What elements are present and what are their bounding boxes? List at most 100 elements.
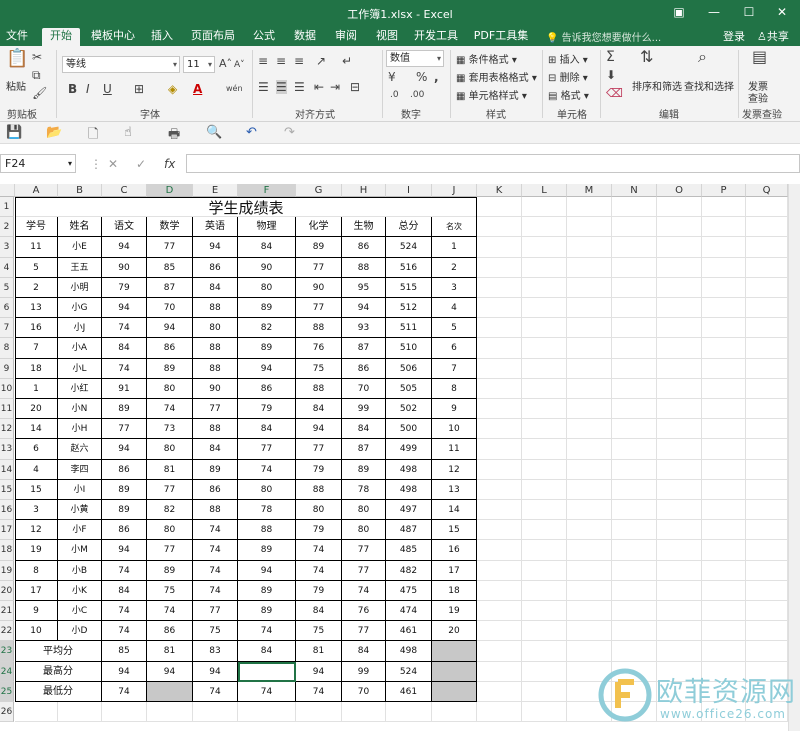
empty-cell[interactable] xyxy=(746,338,788,359)
data-cell[interactable]: 524 xyxy=(386,237,432,258)
empty-cell[interactable] xyxy=(612,460,657,480)
data-cell[interactable]: 77 xyxy=(342,621,386,641)
data-cell[interactable]: 89 xyxy=(296,237,342,258)
data-cell[interactable]: 89 xyxy=(238,298,296,318)
data-cell[interactable]: 89 xyxy=(238,540,296,561)
tab-templates[interactable]: 模板中心 xyxy=(90,28,136,46)
empty-cell[interactable] xyxy=(702,500,746,520)
data-cell[interactable]: 95 xyxy=(342,278,386,298)
data-cell[interactable]: 512 xyxy=(386,298,432,318)
data-cell[interactable]: 86 xyxy=(342,237,386,258)
empty-cell[interactable] xyxy=(522,702,567,722)
data-cell[interactable]: 77 xyxy=(238,439,296,460)
empty-cell[interactable] xyxy=(746,217,788,237)
data-cell[interactable]: 77 xyxy=(342,540,386,561)
empty-cell[interactable] xyxy=(522,217,567,237)
data-cell[interactable]: 516 xyxy=(386,258,432,278)
data-cell[interactable]: 87 xyxy=(147,278,193,298)
data-cell[interactable]: 78 xyxy=(238,500,296,520)
column-header[interactable]: B xyxy=(58,184,102,197)
print-preview-icon[interactable]: 🔍 xyxy=(206,125,222,140)
row-header[interactable]: 25 xyxy=(0,682,14,702)
summary-cell[interactable] xyxy=(147,682,193,702)
data-cell[interactable]: 77 xyxy=(296,439,342,460)
empty-cell[interactable] xyxy=(657,621,702,641)
empty-cell[interactable] xyxy=(477,581,522,601)
summary-cell[interactable]: 94 xyxy=(296,662,342,682)
data-cell[interactable]: 75 xyxy=(193,621,238,641)
empty-cell[interactable] xyxy=(657,419,702,439)
column-header[interactable]: F xyxy=(238,184,296,197)
data-cell[interactable]: 13 xyxy=(15,298,58,318)
row-header[interactable]: 6 xyxy=(0,298,14,318)
data-cell[interactable]: 小B xyxy=(58,561,102,581)
conditional-format-button[interactable]: ▦ 条件格式 ▾ xyxy=(456,51,517,66)
empty-cell[interactable] xyxy=(522,237,567,258)
empty-cell[interactable] xyxy=(657,197,702,217)
data-cell[interactable]: 87 xyxy=(342,338,386,359)
empty-cell[interactable] xyxy=(657,217,702,237)
decrease-indent-icon[interactable]: ⇤ xyxy=(314,80,324,94)
row-header[interactable]: 21 xyxy=(0,601,14,621)
empty-cell[interactable] xyxy=(612,399,657,419)
data-cell[interactable]: 79 xyxy=(296,460,342,480)
data-cell[interactable]: 86 xyxy=(102,460,147,480)
empty-cell[interactable] xyxy=(657,359,702,379)
summary-cell[interactable]: 74 xyxy=(102,682,147,702)
data-cell[interactable]: 86 xyxy=(238,379,296,399)
find-select-label[interactable]: 查找和选择 xyxy=(684,78,734,93)
data-cell[interactable]: 89 xyxy=(147,561,193,581)
fill-icon[interactable]: ⬇ xyxy=(606,68,616,82)
tab-developer[interactable]: 开发工具 xyxy=(413,28,459,46)
empty-cell[interactable] xyxy=(612,197,657,217)
empty-cell[interactable] xyxy=(567,500,612,520)
data-cell[interactable]: 小红 xyxy=(58,379,102,399)
empty-cell[interactable] xyxy=(702,621,746,641)
empty-cell[interactable] xyxy=(746,419,788,439)
empty-cell[interactable] xyxy=(746,359,788,379)
data-cell[interactable]: 小K xyxy=(58,581,102,601)
data-cell[interactable]: 16 xyxy=(432,540,477,561)
empty-cell[interactable] xyxy=(657,278,702,298)
enter-icon[interactable]: ✓ xyxy=(136,157,146,171)
empty-cell[interactable] xyxy=(746,399,788,419)
row-header[interactable]: 26 xyxy=(0,702,14,722)
empty-cell[interactable] xyxy=(567,258,612,278)
open-icon[interactable]: 📂 xyxy=(46,125,62,140)
data-cell[interactable]: 88 xyxy=(193,500,238,520)
column-header[interactable]: H xyxy=(342,184,386,197)
empty-cell[interactable] xyxy=(657,601,702,621)
data-cell[interactable]: 498 xyxy=(386,480,432,500)
data-cell[interactable]: 499 xyxy=(386,439,432,460)
empty-cell[interactable] xyxy=(477,601,522,621)
data-cell[interactable]: 80 xyxy=(147,439,193,460)
empty-cell[interactable] xyxy=(746,581,788,601)
empty-cell[interactable] xyxy=(746,540,788,561)
summary-cell[interactable]: 70 xyxy=(342,682,386,702)
data-cell[interactable]: 89 xyxy=(238,601,296,621)
data-cell[interactable]: 86 xyxy=(102,520,147,540)
number-format-select[interactable]: 数值 ▾ xyxy=(386,50,444,67)
header-cell[interactable]: 化学 xyxy=(296,217,342,237)
delete-cells-button[interactable]: ⊟ 删除 ▾ xyxy=(548,69,588,84)
data-cell[interactable]: 80 xyxy=(238,480,296,500)
empty-cell[interactable] xyxy=(477,338,522,359)
row-header[interactable]: 23 xyxy=(0,641,14,662)
empty-cell[interactable] xyxy=(702,561,746,581)
data-cell[interactable]: 19 xyxy=(432,601,477,621)
data-cell[interactable]: 88 xyxy=(193,419,238,439)
data-cell[interactable]: 86 xyxy=(147,621,193,641)
empty-cell[interactable] xyxy=(193,702,238,722)
empty-cell[interactable] xyxy=(702,258,746,278)
empty-cell[interactable] xyxy=(567,419,612,439)
data-cell[interactable]: 11 xyxy=(432,439,477,460)
data-cell[interactable]: 511 xyxy=(386,318,432,338)
data-cell[interactable]: 10 xyxy=(432,419,477,439)
data-cell[interactable]: 小N xyxy=(58,399,102,419)
empty-cell[interactable] xyxy=(522,439,567,460)
empty-cell[interactable] xyxy=(522,641,567,662)
data-cell[interactable]: 赵六 xyxy=(58,439,102,460)
summary-label[interactable]: 最高分 xyxy=(15,662,102,682)
row-header[interactable]: 13 xyxy=(0,439,14,460)
column-header[interactable]: P xyxy=(702,184,746,197)
